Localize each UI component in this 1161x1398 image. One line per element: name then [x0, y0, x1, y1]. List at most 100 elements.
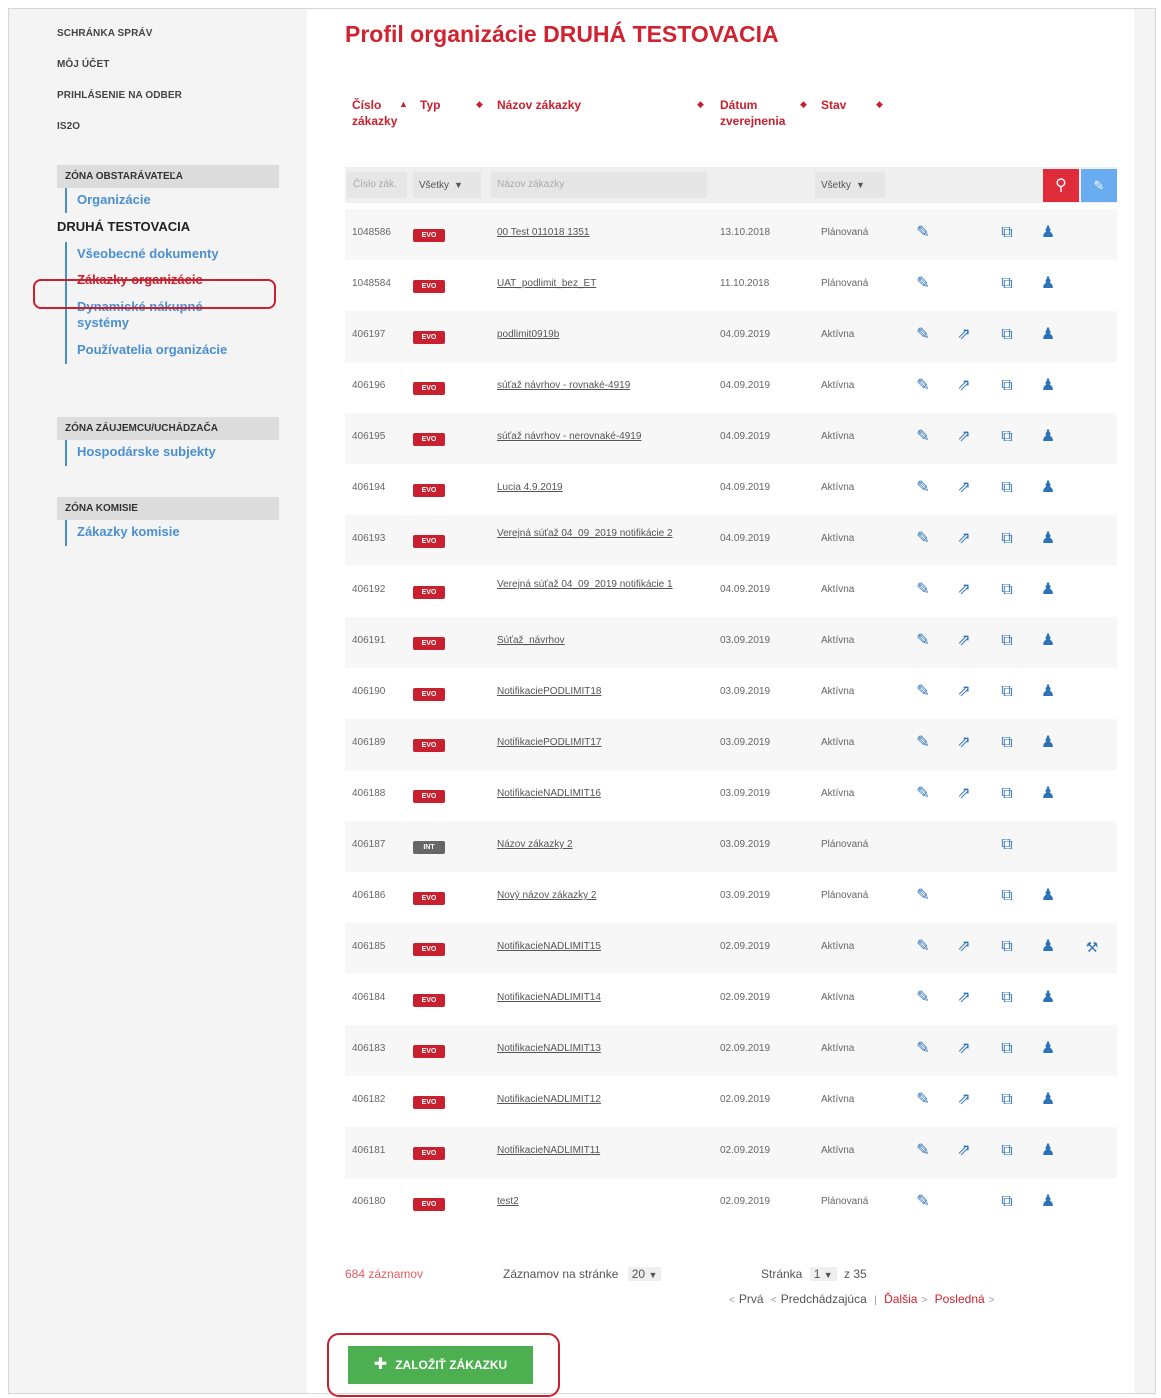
copy-icon[interactable]: ⧉ — [996, 222, 1018, 244]
contract-name-link[interactable]: Verejná súťaž 04_09_2019 notifikácie 1 — [497, 577, 712, 593]
external-link-icon[interactable]: ⇗ — [953, 375, 975, 397]
contract-name-link[interactable]: NotifikacieNADLIMIT14 — [497, 992, 712, 1003]
contract-name-link[interactable]: UAT_podlimit_bez_ET — [497, 278, 712, 289]
contract-name-link[interactable]: 00 Test 011018 1351 — [497, 227, 712, 238]
gavel-icon[interactable]: ⚒ — [1081, 936, 1103, 958]
sort-icon[interactable]: ◆ — [876, 99, 883, 110]
edit-icon[interactable]: ✎ — [912, 222, 934, 244]
users-icon[interactable]: ♟ — [1037, 1191, 1059, 1213]
users-icon[interactable]: ♟ — [1037, 987, 1059, 1009]
users-icon[interactable]: ♟ — [1037, 1140, 1059, 1162]
users-icon[interactable]: ♟ — [1037, 528, 1059, 550]
col-header-date[interactable]: Dátum zverejnenia — [720, 97, 810, 129]
copy-icon[interactable]: ⧉ — [996, 1140, 1018, 1162]
edit-icon[interactable]: ✎ — [912, 426, 934, 448]
external-link-icon[interactable]: ⇗ — [953, 579, 975, 601]
copy-icon[interactable]: ⧉ — [996, 1191, 1018, 1213]
contract-name-link[interactable]: NotifikacieNADLIMIT15 — [497, 941, 712, 952]
users-icon[interactable]: ♟ — [1037, 273, 1059, 295]
copy-icon[interactable]: ⧉ — [996, 375, 1018, 397]
edit-icon[interactable]: ✎ — [912, 1038, 934, 1060]
edit-icon[interactable]: ✎ — [912, 987, 934, 1009]
sort-icon[interactable]: ◆ — [476, 99, 483, 110]
sort-up-icon[interactable]: ▲ — [399, 99, 408, 109]
page-select[interactable]: 1 ▼ — [809, 1267, 837, 1281]
external-link-icon[interactable]: ⇗ — [953, 732, 975, 754]
edit-icon[interactable]: ✎ — [912, 1089, 934, 1111]
contract-name-link[interactable]: test2 — [497, 1196, 712, 1207]
sidebar-item-commission-contracts[interactable]: Zákazky komisie — [77, 520, 279, 546]
filter-type-select[interactable]: Všetky ▼ — [413, 172, 481, 198]
copy-icon[interactable]: ⧉ — [996, 987, 1018, 1009]
page-last-link[interactable]: Posledná — [935, 1292, 985, 1306]
search-button[interactable]: ⚲ — [1043, 169, 1079, 202]
contract-name-link[interactable]: Lucia 4.9.2019 — [497, 482, 712, 493]
page-prev-link[interactable]: Predchádzajúca — [781, 1292, 867, 1306]
edit-icon[interactable]: ✎ — [912, 477, 934, 499]
users-icon[interactable]: ♟ — [1037, 783, 1059, 805]
contract-name-link[interactable]: NotifikacieNADLIMIT12 — [497, 1094, 712, 1105]
users-icon[interactable]: ♟ — [1037, 885, 1059, 907]
copy-icon[interactable]: ⧉ — [996, 426, 1018, 448]
edit-icon[interactable]: ✎ — [912, 681, 934, 703]
edit-icon[interactable]: ✎ — [912, 885, 934, 907]
contract-name-link[interactable]: NotifikacieNADLIMIT16 — [497, 788, 712, 799]
external-link-icon[interactable]: ⇗ — [953, 324, 975, 346]
copy-icon[interactable]: ⧉ — [996, 579, 1018, 601]
edit-icon[interactable]: ✎ — [912, 324, 934, 346]
contract-name-link[interactable]: súťaž návrhov - rovnaké-4919 — [497, 380, 712, 391]
edit-icon[interactable]: ✎ — [912, 273, 934, 295]
copy-icon[interactable]: ⧉ — [996, 273, 1018, 295]
copy-icon[interactable]: ⧉ — [996, 1089, 1018, 1111]
edit-icon[interactable]: ✎ — [912, 936, 934, 958]
copy-icon[interactable]: ⧉ — [996, 477, 1018, 499]
filter-state-select[interactable]: Všetky ▼ — [815, 172, 885, 198]
external-link-icon[interactable]: ⇗ — [953, 1140, 975, 1162]
page-next-link[interactable]: Ďalšia — [884, 1292, 917, 1306]
external-link-icon[interactable]: ⇗ — [953, 630, 975, 652]
col-header-name[interactable]: Názov zákazky — [497, 97, 581, 113]
external-link-icon[interactable]: ⇗ — [953, 1038, 975, 1060]
contract-name-link[interactable]: NotifikaciePODLIMIT18 — [497, 686, 712, 697]
page-first-link[interactable]: Prvá — [739, 1292, 764, 1306]
filter-name-input[interactable]: Názov zákazky — [491, 172, 707, 198]
sidebar-item-economic-operators[interactable]: Hospodárske subjekty — [77, 440, 279, 466]
copy-icon[interactable]: ⧉ — [996, 936, 1018, 958]
edit-icon[interactable]: ✎ — [912, 1191, 934, 1213]
copy-icon[interactable]: ⧉ — [996, 681, 1018, 703]
col-header-number[interactable]: Číslo zákazky — [352, 97, 397, 129]
filter-number-input[interactable]: Číslo zák. — [347, 172, 407, 198]
contract-name-link[interactable]: NotifikacieNADLIMIT11 — [497, 1145, 712, 1156]
copy-icon[interactable]: ⧉ — [996, 732, 1018, 754]
contract-name-link[interactable]: podlimit0919b — [497, 329, 712, 340]
users-icon[interactable]: ♟ — [1037, 579, 1059, 601]
users-icon[interactable]: ♟ — [1037, 426, 1059, 448]
users-icon[interactable]: ♟ — [1037, 375, 1059, 397]
col-header-type[interactable]: Typ — [420, 97, 440, 113]
edit-icon[interactable]: ✎ — [912, 783, 934, 805]
contract-name-link[interactable]: NotifikacieNADLIMIT13 — [497, 1043, 712, 1054]
copy-icon[interactable]: ⧉ — [996, 783, 1018, 805]
copy-icon[interactable]: ⧉ — [996, 324, 1018, 346]
contract-name-link[interactable]: Súťaž_návrhov — [497, 635, 712, 646]
copy-icon[interactable]: ⧉ — [996, 834, 1018, 856]
external-link-icon[interactable]: ⇗ — [953, 783, 975, 805]
users-icon[interactable]: ♟ — [1037, 324, 1059, 346]
external-link-icon[interactable]: ⇗ — [953, 987, 975, 1009]
users-icon[interactable]: ♟ — [1037, 1089, 1059, 1111]
clear-filter-button[interactable]: ✎ — [1081, 169, 1117, 202]
edit-icon[interactable]: ✎ — [912, 732, 934, 754]
edit-icon[interactable]: ✎ — [912, 375, 934, 397]
sidebar-item-organization-users[interactable]: Používatelia organizácie — [77, 337, 279, 364]
contract-name-link[interactable]: Verejná súťaž 04_09_2019 notifikácie 2 — [497, 526, 712, 542]
users-icon[interactable]: ♟ — [1037, 1038, 1059, 1060]
users-icon[interactable]: ♟ — [1037, 936, 1059, 958]
users-icon[interactable]: ♟ — [1037, 477, 1059, 499]
external-link-icon[interactable]: ⇗ — [953, 528, 975, 550]
copy-icon[interactable]: ⧉ — [996, 528, 1018, 550]
external-link-icon[interactable]: ⇗ — [953, 477, 975, 499]
copy-icon[interactable]: ⧉ — [996, 1038, 1018, 1060]
sidebar-item-general-documents[interactable]: Všeobecné dokumenty — [77, 242, 279, 267]
link-message-box[interactable]: SCHRÁNKA SPRÁV — [57, 27, 182, 58]
edit-icon[interactable]: ✎ — [912, 579, 934, 601]
